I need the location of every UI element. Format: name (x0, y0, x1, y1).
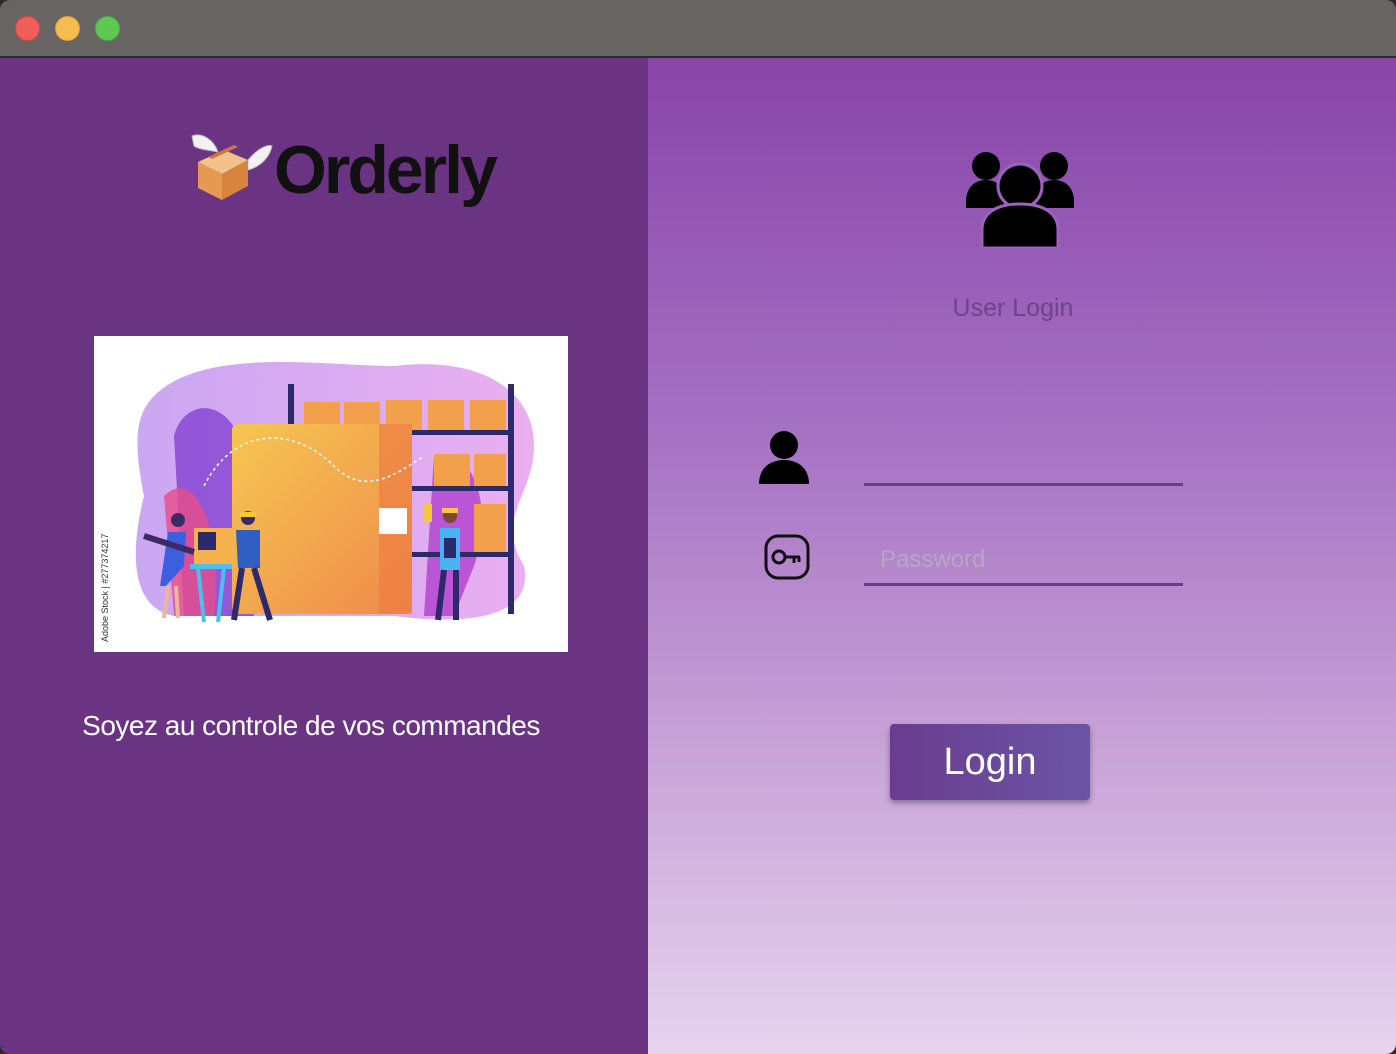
winged-box-icon (191, 134, 273, 200)
user-icon (759, 431, 809, 484)
branding-panel: Orderly Adobe Stock | #277374217 Soyez a… (0, 58, 648, 1054)
password-field[interactable] (864, 536, 1183, 586)
window-zoom-button[interactable] (95, 16, 120, 41)
window-close-button[interactable] (15, 16, 40, 41)
brand-logo: Orderly (188, 128, 518, 212)
users-group-icon (966, 152, 1074, 248)
window-minimize-button[interactable] (55, 16, 80, 41)
title-bar (0, 0, 1396, 57)
login-panel: User Login Login (648, 58, 1396, 1054)
username-field[interactable] (864, 436, 1183, 486)
login-title: User Login (952, 294, 1074, 322)
hero-illustration: Adobe Stock | #277374217 (94, 336, 568, 652)
app-window: Orderly Adobe Stock | #277374217 Soyez a… (0, 0, 1396, 1054)
brand-name: Orderly (274, 132, 498, 208)
login-button[interactable]: Login (890, 724, 1090, 800)
warehouse-illustration (135, 362, 535, 623)
tagline: Soyez au controle de vos commandes (82, 710, 540, 741)
key-icon (764, 534, 810, 580)
image-watermark: Adobe Stock | #277374217 (100, 533, 110, 642)
